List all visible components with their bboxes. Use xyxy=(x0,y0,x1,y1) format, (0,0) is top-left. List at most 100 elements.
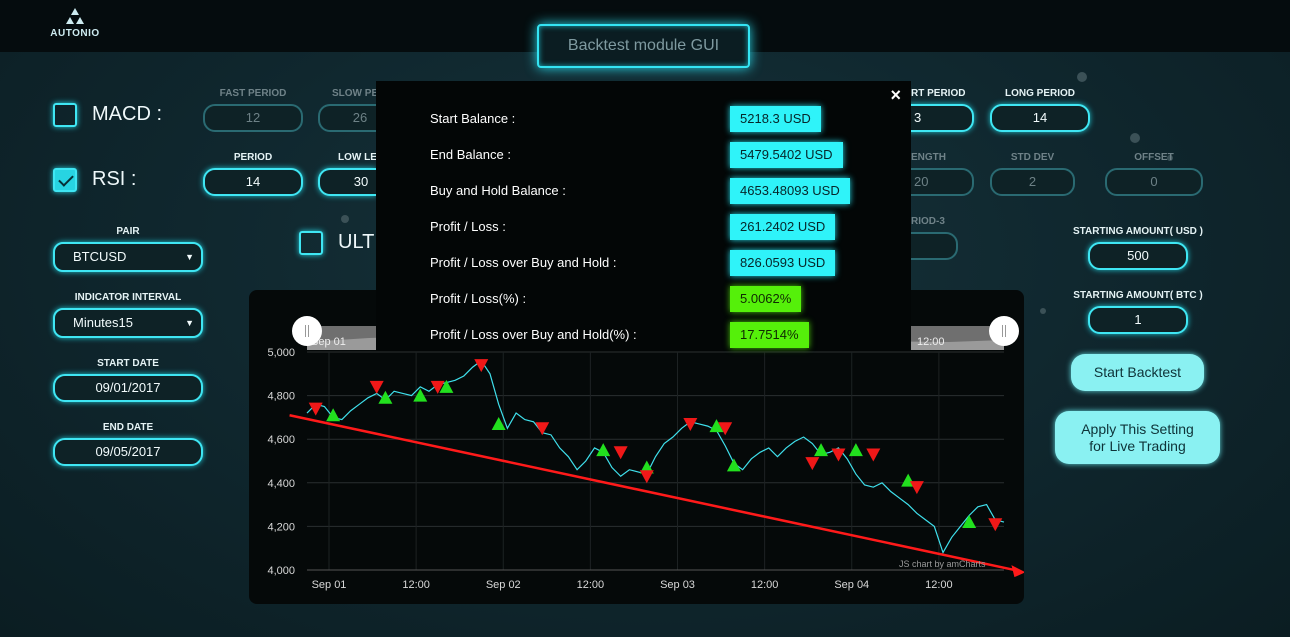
chevron-down-icon: ▼ xyxy=(185,318,194,328)
y-tick-label: 4,800 xyxy=(267,391,295,403)
result-value: 261.2402 USD xyxy=(730,214,836,240)
result-value: 5479.5402 USD xyxy=(730,142,843,168)
x-tick-label: 12:00 xyxy=(402,579,430,591)
y-tick-label: 5,000 xyxy=(267,347,295,359)
page-title: Backtest module GUI xyxy=(537,24,750,68)
macd-slow-period-input[interactable]: 26 xyxy=(318,104,376,132)
macd-slow-period-label: SLOW PE xyxy=(332,88,379,99)
sell-signal-marker xyxy=(613,446,628,460)
x-tick-label: Sep 04 xyxy=(834,579,869,591)
start-backtest-button[interactable]: Start Backtest xyxy=(1071,354,1204,391)
buy-signal-marker xyxy=(814,443,829,457)
ema-short-period-label: RT PERIOD xyxy=(911,88,966,99)
starting-amount-usd-label: STARTING AMOUNT( USD ) xyxy=(1073,226,1203,237)
x-tick-label: Sep 01 xyxy=(312,579,347,591)
scroll-handle[interactable] xyxy=(989,316,1019,346)
result-value: 5218.3 USD xyxy=(730,106,821,132)
end-date-input[interactable]: 09/05/2017 xyxy=(53,438,203,466)
start-date-label: START DATE xyxy=(97,358,159,369)
result-label: Buy and Hold Balance : xyxy=(430,183,566,198)
x-tick-label: Sep 02 xyxy=(486,579,521,591)
rsi-low-level-input[interactable]: 30 xyxy=(318,168,376,196)
result-label: Profit / Loss over Buy and Hold(%) : xyxy=(430,327,637,342)
result-value: 826.0593 USD xyxy=(730,250,836,276)
rsi-low-level-label: LOW LEVEL xyxy=(338,152,380,163)
results-modal: × Start Balance : 5218.3 USD End Balance :… xyxy=(376,81,911,351)
background-dot xyxy=(341,215,349,223)
rsi-checkbox[interactable] xyxy=(53,168,77,192)
x-tick-label: Sep 03 xyxy=(660,579,695,591)
indicator-interval-value: Minutes15 xyxy=(73,315,133,330)
macd-checkbox[interactable] xyxy=(53,103,77,127)
ultimate-oscillator-checkbox[interactable] xyxy=(299,231,323,255)
indicator-interval-label: INDICATOR INTERVAL xyxy=(74,292,182,303)
end-date-label: END DATE xyxy=(102,422,154,433)
bollinger-std-dev-input[interactable]: 2 xyxy=(990,168,1075,196)
bollinger-length-label: ENGTH xyxy=(911,152,946,163)
background-dot xyxy=(1077,72,1087,82)
starting-amount-btc-label: STARTING AMOUNT( BTC ) xyxy=(1073,290,1203,301)
y-tick-label: 4,400 xyxy=(267,478,295,490)
buy-signal-marker xyxy=(378,390,393,404)
close-icon[interactable]: × xyxy=(890,85,901,106)
pair-select[interactable]: BTCUSD ▼ xyxy=(53,242,203,272)
x-tick-label: 12:00 xyxy=(751,579,779,591)
result-value: 4653.48093 USD xyxy=(730,178,850,204)
bollinger-offset-label: OFFSET xyxy=(1134,152,1174,163)
buy-signal-marker xyxy=(848,443,863,457)
sell-signal-marker xyxy=(988,518,1003,532)
chevron-down-icon: ▼ xyxy=(185,252,194,262)
result-value: 17.7514% xyxy=(730,322,809,348)
sell-signal-marker xyxy=(683,417,698,431)
ultimate-oscillator-label: ULTIMATE OSCILLATOR : xyxy=(338,231,376,253)
buy-signal-marker xyxy=(726,458,741,472)
scrollbar-label: 12:00 xyxy=(917,336,945,348)
sell-signal-marker xyxy=(866,448,881,462)
starting-amount-btc-input[interactable]: 1 xyxy=(1088,306,1188,334)
chart-watermark: JS chart by amCharts xyxy=(899,559,986,569)
background-dot xyxy=(1130,133,1140,143)
trend-line xyxy=(289,413,1016,572)
sell-signal-marker xyxy=(639,470,654,484)
buy-signal-marker xyxy=(326,408,341,422)
sell-signal-marker xyxy=(805,457,820,471)
bollinger-std-dev-label: STD DEV xyxy=(1010,152,1055,163)
autonio-logo[interactable]: AUTONIO xyxy=(50,8,100,39)
price-series-line xyxy=(306,359,1005,555)
logo-text: AUTONIO xyxy=(50,28,100,39)
macd-fast-period-input[interactable]: 12 xyxy=(203,104,303,132)
trend-arrowhead xyxy=(1011,565,1026,578)
sell-signal-marker xyxy=(909,481,924,495)
pair-value: BTCUSD xyxy=(73,249,127,264)
y-tick-label: 4,200 xyxy=(267,521,295,533)
indicator-interval-select[interactable]: Minutes15 ▼ xyxy=(53,308,203,338)
sell-signal-marker xyxy=(369,380,384,394)
background-dot xyxy=(1040,308,1046,314)
scroll-handle[interactable] xyxy=(292,316,322,346)
ema-short-period-value: 3 xyxy=(914,110,922,125)
result-label: End Balance : xyxy=(430,147,511,162)
start-date-input[interactable]: 09/01/2017 xyxy=(53,374,203,402)
y-tick-label: 4,000 xyxy=(267,565,295,577)
y-tick-label: 4,600 xyxy=(267,434,295,446)
macd-fast-period-label: FAST PERIOD xyxy=(219,88,287,99)
bollinger-offset-input[interactable]: 0 xyxy=(1105,168,1203,196)
result-label: Profit / Loss over Buy and Hold : xyxy=(430,255,617,270)
macd-label: MACD : xyxy=(92,103,162,125)
apply-live-trading-button[interactable]: Apply This Setting for Live Trading xyxy=(1055,411,1220,464)
apply-button-line2: for Live Trading xyxy=(1089,438,1186,454)
rsi-period-label: PERIOD xyxy=(233,152,273,163)
ema-long-period-input[interactable]: 14 xyxy=(990,104,1090,132)
result-label: Start Balance : xyxy=(430,111,516,126)
result-value: 5.0062% xyxy=(730,286,802,312)
x-tick-label: 12:00 xyxy=(577,579,605,591)
logo-icon xyxy=(66,8,84,24)
rsi-period-input[interactable]: 14 xyxy=(203,168,303,196)
result-label: Profit / Loss : xyxy=(430,219,506,234)
apply-button-line1: Apply This Setting xyxy=(1081,421,1194,437)
sell-signal-marker xyxy=(474,359,489,373)
ema-long-period-label: LONG PERIOD xyxy=(1004,88,1075,99)
result-label: Profit / Loss(%) : xyxy=(430,291,527,306)
starting-amount-usd-input[interactable]: 500 xyxy=(1088,242,1188,270)
ultimate-period3-label: RIOD-3 xyxy=(911,216,945,227)
